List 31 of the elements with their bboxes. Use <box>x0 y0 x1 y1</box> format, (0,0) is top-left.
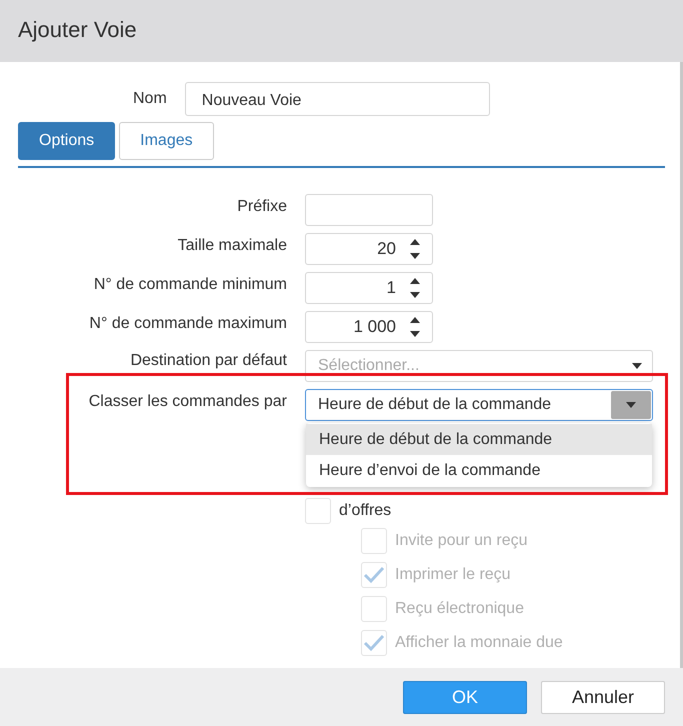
spinner-icon[interactable] <box>410 239 420 259</box>
field-label: Nom <box>133 90 167 108</box>
window-title: Ajouter Voie <box>18 17 137 42</box>
checkbox[interactable] <box>305 498 331 524</box>
checkbox-label: Invite pour un reçu <box>395 531 528 551</box>
checkbox-label: Afficher la monnaie due <box>395 633 563 653</box>
select-field[interactable]: Heure de début de la commande <box>305 389 653 421</box>
field-label: Classer les commandes par <box>88 392 287 412</box>
tab[interactable]: Images <box>119 122 214 160</box>
checkbox-label: Reçu électronique <box>395 599 524 619</box>
spinner-icon[interactable] <box>410 317 420 337</box>
caret-icon <box>626 402 636 408</box>
checkbox-label: d’offres <box>339 501 392 521</box>
dialog-button[interactable]: Annuler <box>541 680 665 714</box>
number-field[interactable]: 1 <box>305 272 433 304</box>
field-label: Taille maximale <box>178 236 287 256</box>
dropdown-option[interactable]: Heure d’envoi de la commande <box>306 455 652 486</box>
number-field[interactable]: 20 <box>305 233 433 265</box>
text-field[interactable] <box>305 194 433 226</box>
dropdown-button[interactable] <box>611 391 651 419</box>
spinner-icon[interactable] <box>410 278 420 298</box>
field-label: N° de commande minimum <box>94 275 287 295</box>
dropdown-option[interactable]: Heure de début de la commande <box>306 424 652 455</box>
checkbox-label: Imprimer le reçu <box>395 565 511 585</box>
field-label: Destination par défaut <box>130 351 287 371</box>
number-field[interactable]: 1 000 <box>305 311 433 343</box>
caret-icon <box>632 363 642 369</box>
name-field[interactable]: Nouveau Voie <box>184 82 490 116</box>
field-label: N° de commande maximum <box>89 314 287 334</box>
tab[interactable]: Options <box>18 122 116 160</box>
field-label: Préfixe <box>237 197 287 217</box>
